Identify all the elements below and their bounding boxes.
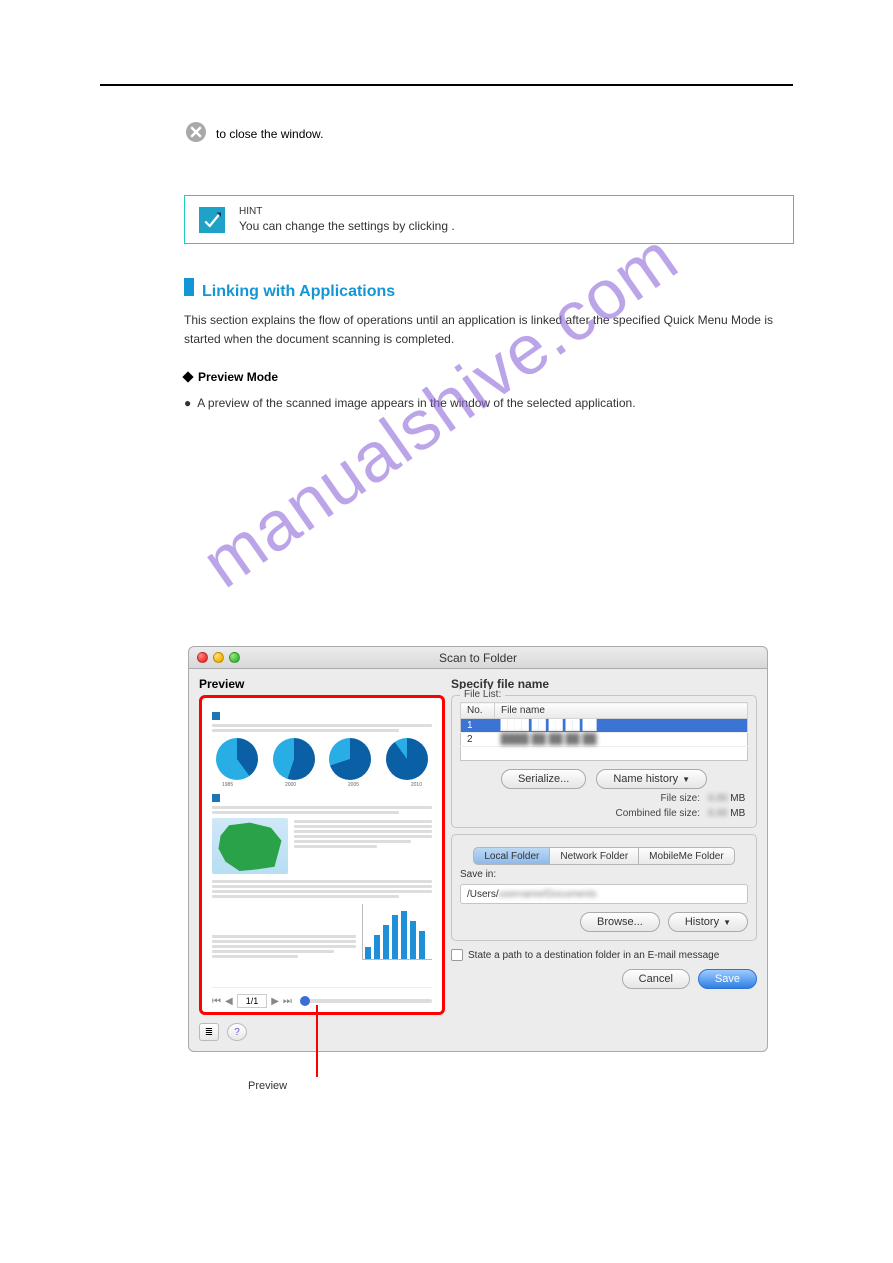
history-button[interactable]: History ▼ bbox=[668, 912, 748, 932]
pie-icon bbox=[329, 738, 371, 780]
section-body: This section explains the flow of operat… bbox=[184, 311, 794, 348]
zoom-slider[interactable] bbox=[300, 999, 432, 1003]
thumbnail-toggle-button[interactable]: ≣ bbox=[199, 1023, 219, 1041]
last-page-button[interactable]: ⏭ bbox=[283, 996, 292, 1007]
preview-body: ●A preview of the scanned image appears … bbox=[184, 394, 794, 413]
file-list-group: File List: No. File name 1 ████ ██ ██ ██… bbox=[451, 695, 757, 828]
browse-button[interactable]: Browse... bbox=[580, 912, 660, 932]
table-row[interactable]: 1 ████ ██ ██ ██ ██ bbox=[461, 719, 748, 733]
section-heading: Linking with Applications bbox=[202, 283, 395, 301]
pie-icon bbox=[273, 738, 315, 780]
state-path-checkbox[interactable] bbox=[451, 949, 463, 961]
sub-heading: Preview Mode bbox=[184, 370, 794, 384]
pie-icon bbox=[386, 738, 428, 780]
file-table[interactable]: No. File name 1 ████ ██ ██ ██ ██ 2 ████ … bbox=[460, 702, 748, 761]
pie-icon bbox=[216, 738, 258, 780]
next-page-button[interactable]: ▶ bbox=[271, 996, 279, 1007]
hint-label: HINT bbox=[239, 206, 455, 217]
tab-mobileme-folder[interactable]: MobileMe Folder bbox=[638, 847, 734, 865]
preview-frame: 1985 2000 2005 2010 bbox=[199, 695, 445, 1015]
section-bar bbox=[184, 278, 194, 296]
preview-heading: Preview bbox=[199, 677, 445, 691]
save-path-field[interactable]: /Users/username/Documents bbox=[460, 884, 748, 904]
window-title: Scan to Folder bbox=[189, 651, 767, 665]
hint-text: You can change the settings by clicking … bbox=[239, 219, 455, 233]
serialize-button[interactable]: Serialize... bbox=[501, 769, 586, 789]
table-row[interactable]: 2 ████ ██ ██ ██ ██ bbox=[461, 733, 748, 747]
bar-chart-icon bbox=[362, 904, 432, 960]
callout-line bbox=[316, 1005, 318, 1077]
close-text: to close the window. bbox=[216, 127, 323, 141]
tab-network-folder[interactable]: Network Folder bbox=[549, 847, 638, 865]
page-indicator[interactable]: 1/1 bbox=[237, 994, 268, 1008]
hint-box: HINT You can change the settings by clic… bbox=[184, 195, 794, 244]
close-icon bbox=[184, 120, 208, 147]
dialog: Scan to Folder Preview bbox=[188, 646, 768, 1052]
diamond-icon bbox=[182, 372, 193, 383]
help-button[interactable]: ? bbox=[227, 1023, 247, 1041]
col-no[interactable]: No. bbox=[461, 703, 495, 719]
title-bar: Scan to Folder bbox=[188, 646, 768, 668]
state-path-label: State a path to a destination folder in … bbox=[468, 950, 719, 961]
col-name[interactable]: File name bbox=[495, 703, 748, 719]
first-page-button[interactable]: ⏮ bbox=[212, 996, 221, 1007]
file-list-label: File List: bbox=[460, 689, 505, 700]
save-in-label: Save in: bbox=[460, 869, 748, 880]
folder-tabs: Local Folder Network Folder MobileMe Fol… bbox=[460, 847, 748, 865]
tab-local-folder[interactable]: Local Folder bbox=[473, 847, 549, 865]
callout-text: Preview bbox=[248, 1080, 287, 1092]
name-history-button[interactable]: Name history▼ bbox=[596, 769, 707, 789]
cancel-button[interactable]: Cancel bbox=[622, 969, 690, 989]
map-icon bbox=[215, 820, 285, 872]
hint-check-icon bbox=[199, 207, 225, 233]
prev-page-button[interactable]: ◀ bbox=[225, 996, 233, 1007]
save-button[interactable]: Save bbox=[698, 969, 757, 989]
destination-group: Local Folder Network Folder MobileMe Fol… bbox=[451, 834, 757, 941]
